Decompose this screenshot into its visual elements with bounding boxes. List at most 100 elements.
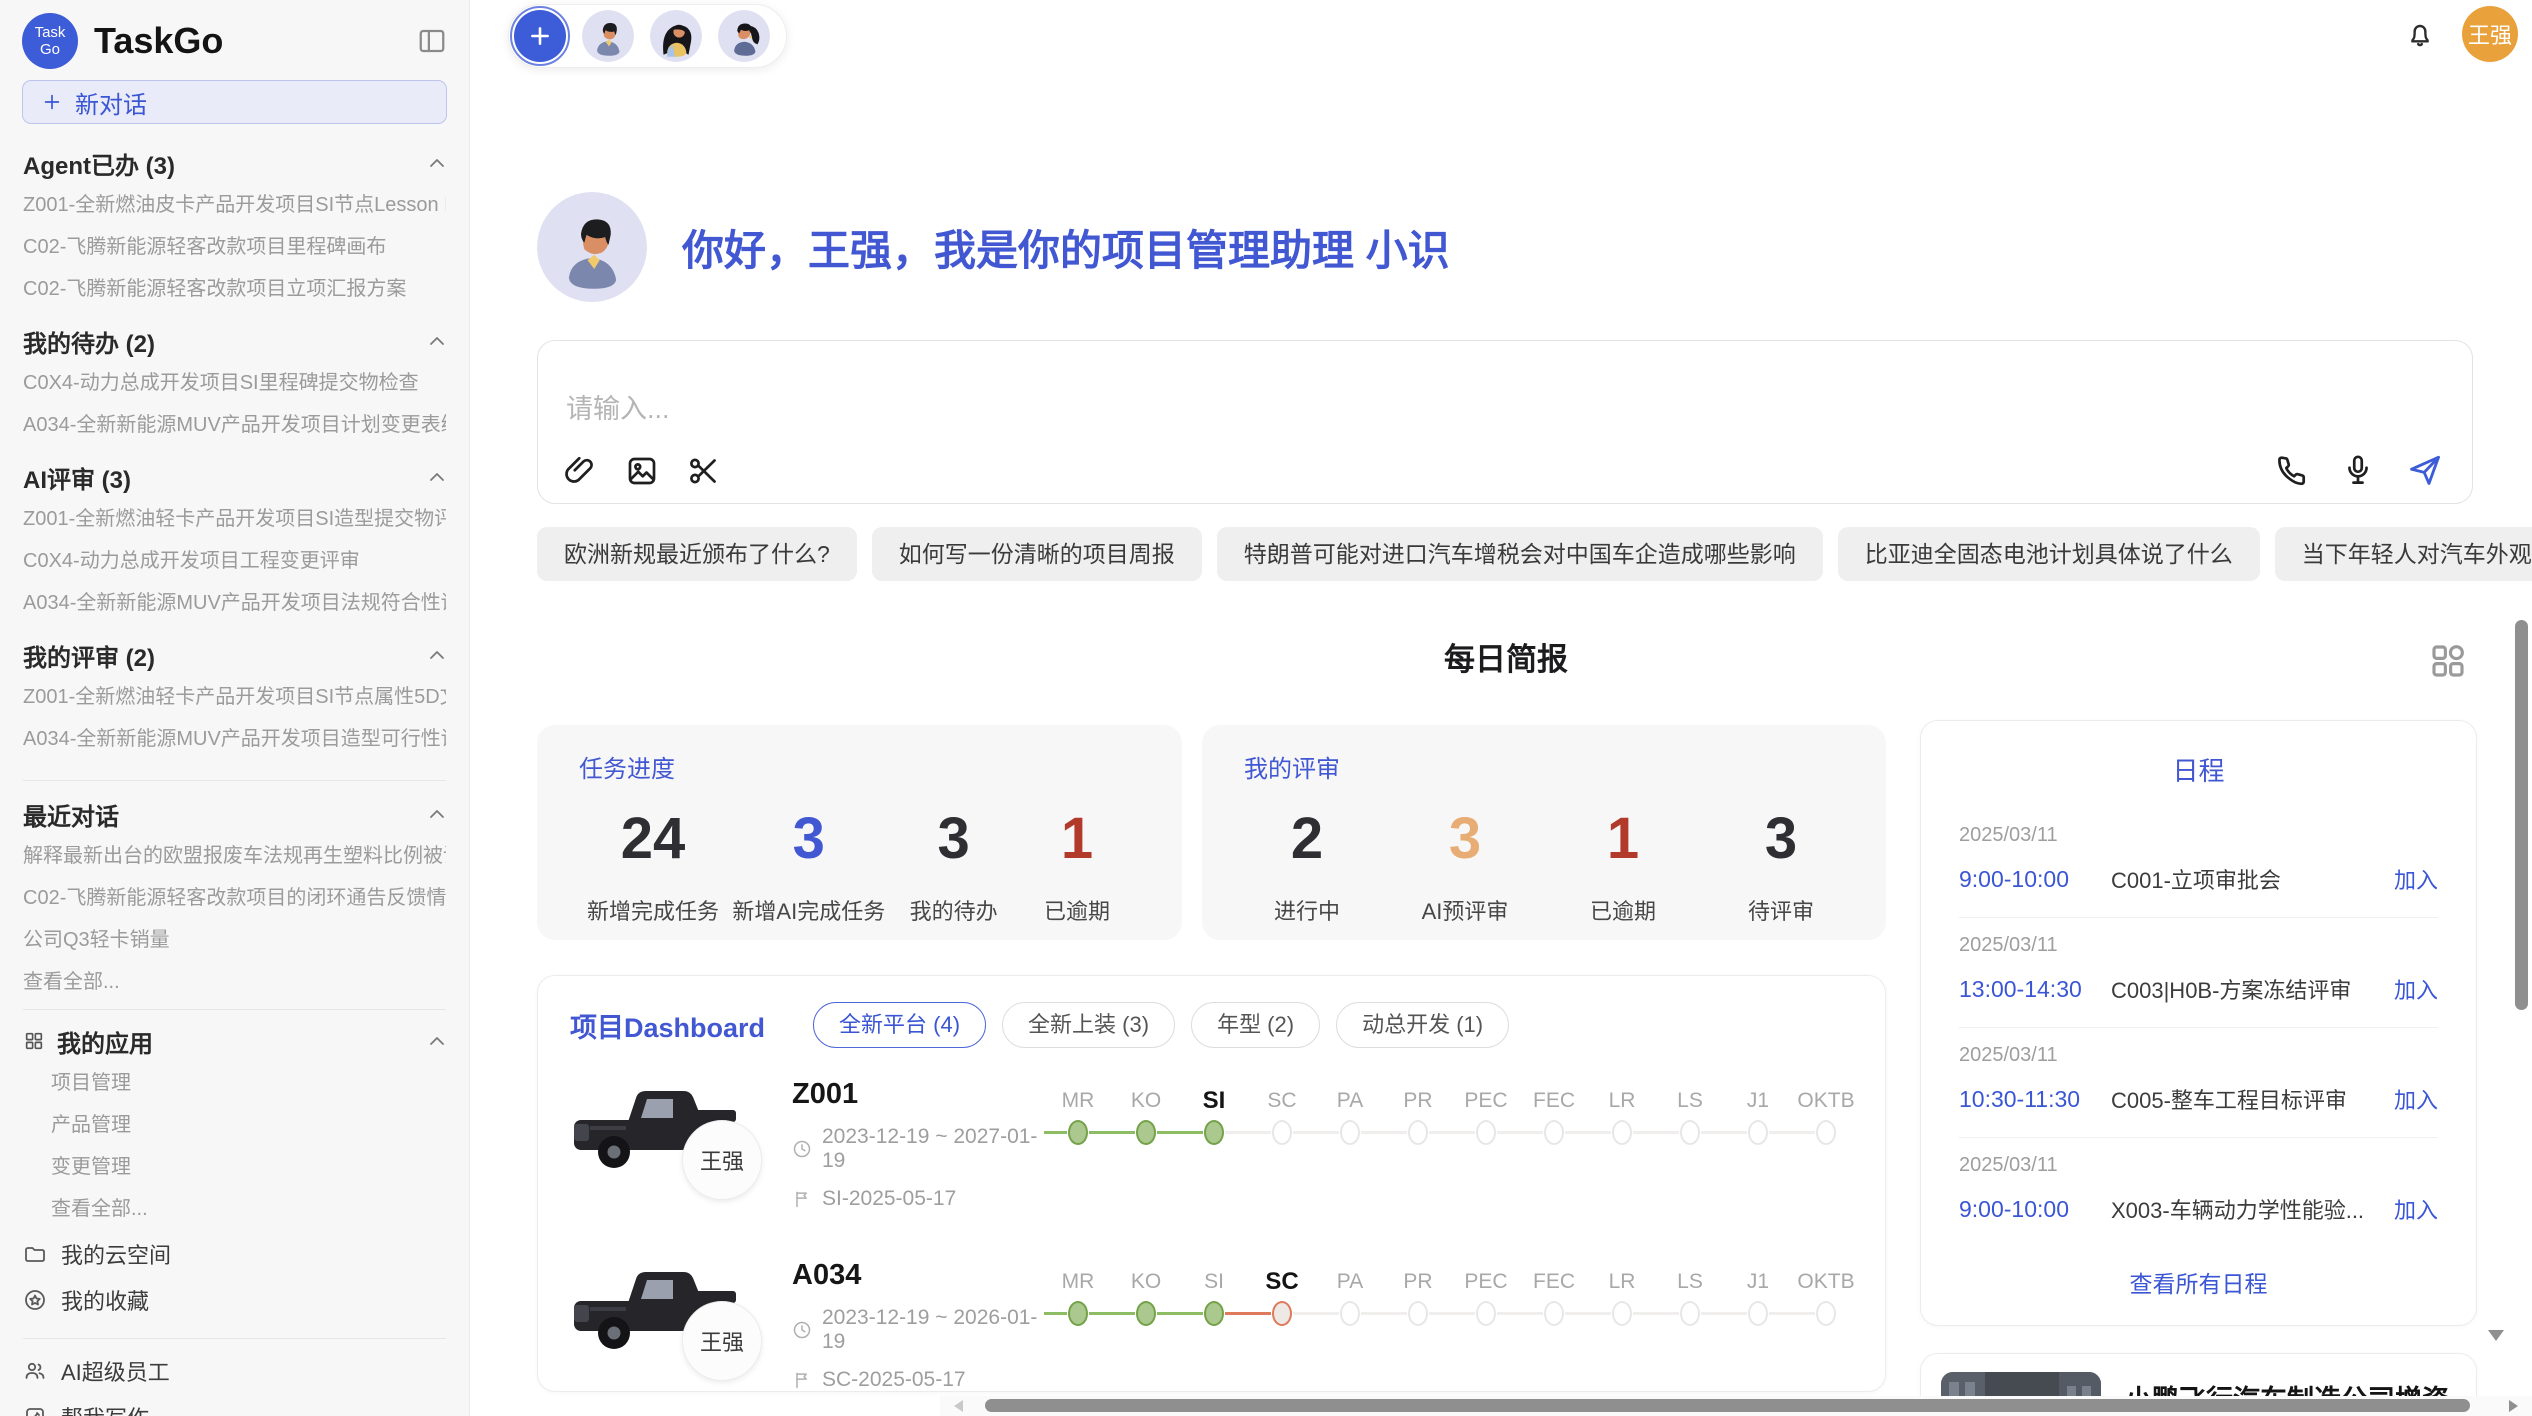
tab-all-new-platform[interactable]: 全新平台 (4) [813,1002,986,1048]
sidebar-item[interactable]: C02-飞腾新能源轻客改款项目立项汇报方案 [23,276,446,302]
assistant-avatar [537,192,647,302]
phone-icon[interactable] [2274,452,2310,488]
chevron-up-icon[interactable] [428,649,446,661]
chevron-up-icon[interactable] [428,335,446,347]
section-my-todo[interactable]: 我的待办 (2) [23,328,446,354]
milestone-timeline: MR KO SI SC PA PR PEC FEC LR LS J1 OKTB [1044,1265,1860,1329]
sidebar-app-item[interactable]: 变更管理 [23,1154,446,1180]
milestone-timeline: MR KO SI SC PA PR PEC FEC LR LS J1 OKTB [1044,1084,1860,1148]
new-session-button[interactable] [514,10,566,62]
session-avatar-1[interactable] [582,10,634,62]
section-my-review[interactable]: 我的评审 (2) [23,642,446,668]
image-icon[interactable] [624,453,660,489]
scissors-icon[interactable] [686,453,722,489]
milestone: PR [1384,1265,1452,1329]
flag-icon [792,1370,812,1390]
tab-all-new-body[interactable]: 全新上装 (3) [1002,1002,1175,1048]
event-date: 2025/03/11 [1959,934,2438,957]
chevron-up-icon[interactable] [428,471,446,483]
sidebar-item[interactable]: C02-飞腾新能源轻客改款项目的闭环通告反馈情况 [23,885,446,911]
scroll-left-arrow[interactable] [954,1400,963,1412]
section-agent-done[interactable]: Agent已办 (3) [23,150,446,176]
sidebar-item-favorites[interactable]: 我的收藏 [23,1286,446,1314]
sidebar-content: Agent已办 (3) Z001-全新燃油皮卡产品开发项目SI节点Lesson … [0,150,469,1416]
new-chat-label: 新对话 [75,85,147,120]
project-row[interactable]: 王强 A034 2023-12-19 ~ 2026-01-19 SC [570,1257,1853,1392]
chat-input[interactable] [566,387,2066,431]
join-link[interactable]: 加入 [2394,863,2438,895]
project-dashboard-card: 项目Dashboard 全新平台 (4) 全新上装 (3) 年型 (2) 动总开… [537,975,1886,1392]
stat: 1 已逾期 [1568,806,1678,926]
section-ai-review[interactable]: AI评审 (3) [23,464,446,490]
sidebar-item[interactable]: A034-全新新能源MUV产品开发项目造型可行性评审 [23,726,446,752]
sidebar-item[interactable]: A034-全新新能源MUV产品开发项目计划变更表编写 [23,412,446,438]
milestone: SC [1248,1084,1316,1148]
sidebar-item[interactable]: Z001-全新燃油轻卡产品开发项目SI节点属性5D文件评审 [23,684,446,710]
vertical-scrollbar-thumb[interactable] [2515,620,2528,1010]
session-avatar-2[interactable] [650,10,702,62]
sidebar-item[interactable]: C02-飞腾新能源轻客改款项目里程碑画布 [23,234,446,260]
sidebar-item-help-write[interactable]: 帮我写作 [23,1403,446,1416]
session-avatar-3[interactable] [718,10,770,62]
scroll-down-arrow[interactable] [2488,1330,2504,1341]
event-title: C005-整车工程目标评审 [2111,1083,2382,1115]
sidebar-app-view-all[interactable]: 查看全部... [23,1196,446,1222]
user-avatar[interactable]: 王强 [2462,6,2518,62]
sidebar-item-ai-employee[interactable]: AI超级员工 [23,1357,446,1385]
milestone: FEC [1520,1084,1588,1148]
join-link[interactable]: 加入 [2394,1193,2438,1225]
sidebar-app-item[interactable]: 项目管理 [23,1070,446,1096]
project-row[interactable]: 王强 Z001 2023-12-19 ~ 2027-01-19 SI [570,1076,1853,1211]
sidebar-item-cloud-space[interactable]: 我的云空间 [23,1240,446,1268]
sidebar-item[interactable]: 解释最新出台的欧盟报废车法规再生塑料比例被调至15%... [23,843,446,869]
main-area: 王强 你好，王强，我是你的项目管理助理 小识 欧洲新规最近颁布了什么? 如何写一… [470,0,2532,1416]
notification-bell-icon[interactable] [2404,18,2436,50]
sidebar-app-item[interactable]: 产品管理 [23,1112,446,1138]
section-my-apps[interactable]: 我的应用 [23,1028,446,1054]
join-link[interactable]: 加入 [2394,973,2438,1005]
layout-grid-icon[interactable] [2427,640,2469,682]
new-chat-button[interactable]: 新对话 [22,80,447,124]
suggestion-chip[interactable]: 比亚迪全固态电池计划具体说了什么 [1838,527,2260,581]
schedule-event: 2025/03/11 10:30-11:30 C005-整车工程目标评审 加入 [1959,1028,2438,1138]
card-title: 我的评审 [1244,749,1844,784]
tab-model-year[interactable]: 年型 (2) [1191,1002,1320,1048]
scroll-right-arrow[interactable] [2509,1400,2518,1412]
section-recent-chats[interactable]: 最近对话 [23,801,446,827]
send-icon[interactable] [2406,451,2444,489]
chevron-up-icon[interactable] [428,1035,446,1047]
sidebar-item[interactable]: C0X4-动力总成开发项目工程变更评审 [23,548,446,574]
horizontal-scrollbar[interactable] [940,1396,2532,1416]
project-next-milestone: SC-2025-05-17 [822,1368,966,1392]
paperclip-icon[interactable] [562,453,598,489]
sidebar-item[interactable]: 公司Q3轻卡销量 [23,927,446,953]
event-title: X003-车辆动力学性能验... [2111,1193,2382,1225]
view-all-schedule-link[interactable]: 查看所有日程 [1959,1265,2438,1299]
milestone: PA [1316,1265,1384,1329]
briefing-header: 每日简报 [537,632,2475,688]
stats-row: 任务进度 24 新增完成任务 3 新增AI完成任务 3 [537,725,1886,940]
suggestion-chip[interactable]: 特朗普可能对进口汽车增税会对中国车企造成哪些影响 [1217,527,1823,581]
join-link[interactable]: 加入 [2394,1083,2438,1115]
sidebar-item[interactable]: Z001-全新燃油轻卡产品开发项目SI造型提交物评审 [23,506,446,532]
sidebar-item[interactable]: C0X4-动力总成开发项目SI里程碑提交物检查 [23,370,446,396]
tab-powertrain[interactable]: 动总开发 (1) [1336,1002,1509,1048]
chevron-up-icon[interactable] [428,808,446,820]
chevron-up-icon[interactable] [428,157,446,169]
sidebar-item[interactable]: Z001-全新燃油皮卡产品开发项目SI节点Lesson Learn报告 [23,192,446,218]
milestone: KO [1112,1265,1180,1329]
sidebar-item-view-all[interactable]: 查看全部... [23,969,446,995]
dashboard-title: 项目Dashboard [570,1006,765,1045]
sidebar-collapse-icon[interactable] [415,26,449,56]
milestone: J1 [1724,1084,1792,1148]
microphone-icon[interactable] [2340,452,2376,488]
stat: 3 我的待办 [899,806,1009,926]
suggestion-chip[interactable]: 当下年轻人对汽车外观有怎样的喜好趋势 [2275,527,2532,581]
sidebar-item[interactable]: A034-全新新能源MUV产品开发项目法规符合性评审 [23,590,446,616]
milestone: SI [1180,1265,1248,1329]
milestone: PA [1316,1084,1384,1148]
suggestion-chip[interactable]: 欧洲新规最近颁布了什么? [537,527,857,581]
project-owner-badge: 王强 [682,1301,762,1381]
suggestion-chip[interactable]: 如何写一份清晰的项目周报 [872,527,1202,581]
horizontal-scrollbar-thumb[interactable] [985,1399,2470,1412]
